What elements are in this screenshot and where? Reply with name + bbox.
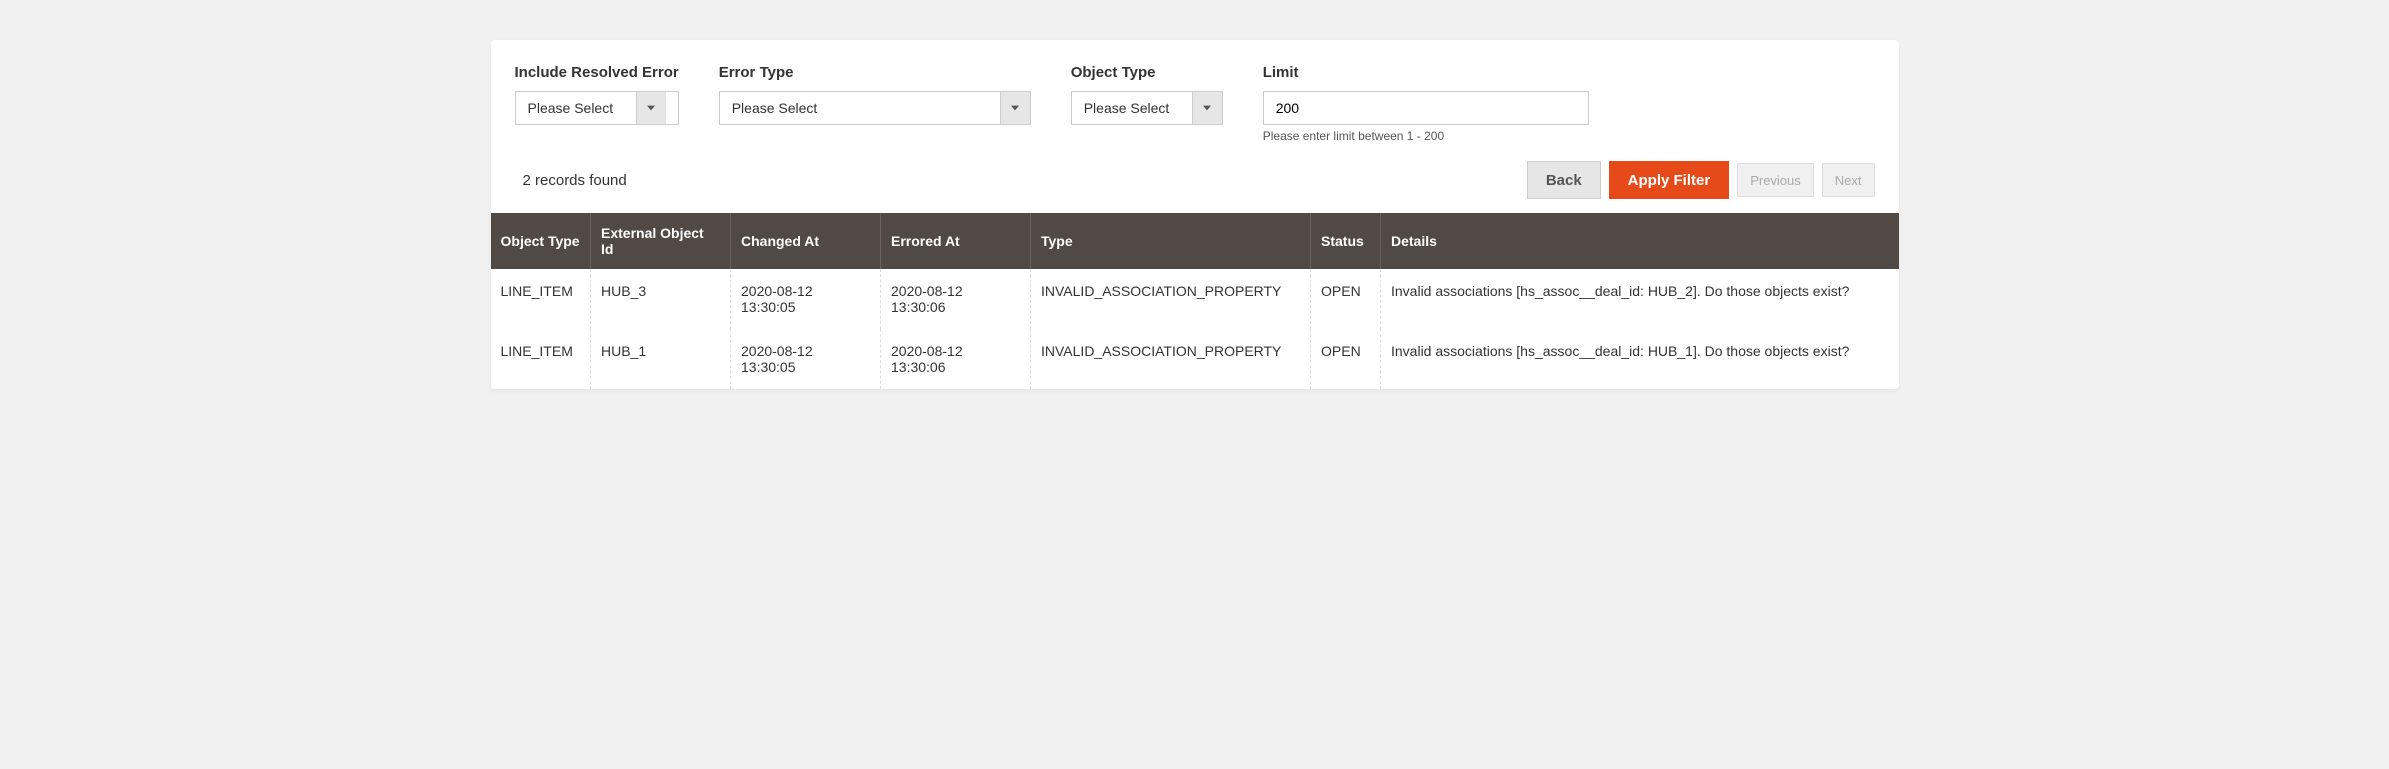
filter-label: Limit: [1263, 64, 1875, 81]
cell-changed-at: 2020-08-12 13:30:05: [731, 269, 881, 329]
cell-type: INVALID_ASSOCIATION_PROPERTY: [1031, 269, 1311, 329]
col-header-status: Status: [1311, 213, 1381, 269]
select-value: Please Select: [720, 92, 1000, 124]
cell-object-type: LINE_ITEM: [491, 329, 591, 389]
filter-error-type: Error Type Please Select: [719, 64, 1031, 143]
previous-page-button[interactable]: Previous: [1737, 163, 1814, 197]
filter-object-type: Object Type Please Select: [1071, 64, 1223, 143]
col-header-external-object-id: External Object Id: [591, 213, 731, 269]
col-header-changed-at: Changed At: [731, 213, 881, 269]
cell-errored-at: 2020-08-12 13:30:06: [881, 269, 1031, 329]
results-toolbar: 2 records found Back Apply Filter Previo…: [491, 143, 1899, 213]
errors-table: Object Type External Object Id Changed A…: [491, 213, 1899, 389]
records-found-label: 2 records found: [523, 172, 627, 189]
caret-down-icon[interactable]: [636, 92, 666, 124]
limit-input[interactable]: [1263, 91, 1589, 125]
cell-external-object-id: HUB_1: [591, 329, 731, 389]
table-header-row: Object Type External Object Id Changed A…: [491, 213, 1899, 269]
filter-bar: Include Resolved Error Please Select Err…: [491, 64, 1899, 143]
cell-status: OPEN: [1311, 329, 1381, 389]
caret-down-icon[interactable]: [1000, 92, 1030, 124]
error-type-select[interactable]: Please Select: [719, 91, 1031, 125]
error-log-panel: Include Resolved Error Please Select Err…: [491, 40, 1899, 389]
caret-down-icon[interactable]: [1192, 92, 1222, 124]
limit-hint: Please enter limit between 1 - 200: [1263, 129, 1875, 143]
cell-changed-at: 2020-08-12 13:30:05: [731, 329, 881, 389]
cell-status: OPEN: [1311, 269, 1381, 329]
select-value: Please Select: [516, 92, 636, 124]
include-resolved-select[interactable]: Please Select: [515, 91, 679, 125]
col-header-type: Type: [1031, 213, 1311, 269]
cell-details: Invalid associations [hs_assoc__deal_id:…: [1381, 269, 1899, 329]
col-header-details: Details: [1381, 213, 1899, 269]
cell-errored-at: 2020-08-12 13:30:06: [881, 329, 1031, 389]
filter-limit: Limit Please enter limit between 1 - 200: [1263, 64, 1875, 143]
table-row: LINE_ITEM HUB_3 2020-08-12 13:30:05 2020…: [491, 269, 1899, 329]
apply-filter-button[interactable]: Apply Filter: [1609, 161, 1730, 199]
select-value: Please Select: [1072, 92, 1192, 124]
col-header-errored-at: Errored At: [881, 213, 1031, 269]
cell-details: Invalid associations [hs_assoc__deal_id:…: [1381, 329, 1899, 389]
col-header-object-type: Object Type: [491, 213, 591, 269]
table-row: LINE_ITEM HUB_1 2020-08-12 13:30:05 2020…: [491, 329, 1899, 389]
filter-label: Object Type: [1071, 64, 1223, 81]
filter-label: Error Type: [719, 64, 1031, 81]
next-page-button[interactable]: Next: [1822, 163, 1875, 197]
filter-label: Include Resolved Error: [515, 64, 679, 81]
cell-object-type: LINE_ITEM: [491, 269, 591, 329]
cell-type: INVALID_ASSOCIATION_PROPERTY: [1031, 329, 1311, 389]
back-button[interactable]: Back: [1527, 161, 1601, 199]
object-type-select[interactable]: Please Select: [1071, 91, 1223, 125]
filter-include-resolved: Include Resolved Error Please Select: [515, 64, 679, 143]
cell-external-object-id: HUB_3: [591, 269, 731, 329]
